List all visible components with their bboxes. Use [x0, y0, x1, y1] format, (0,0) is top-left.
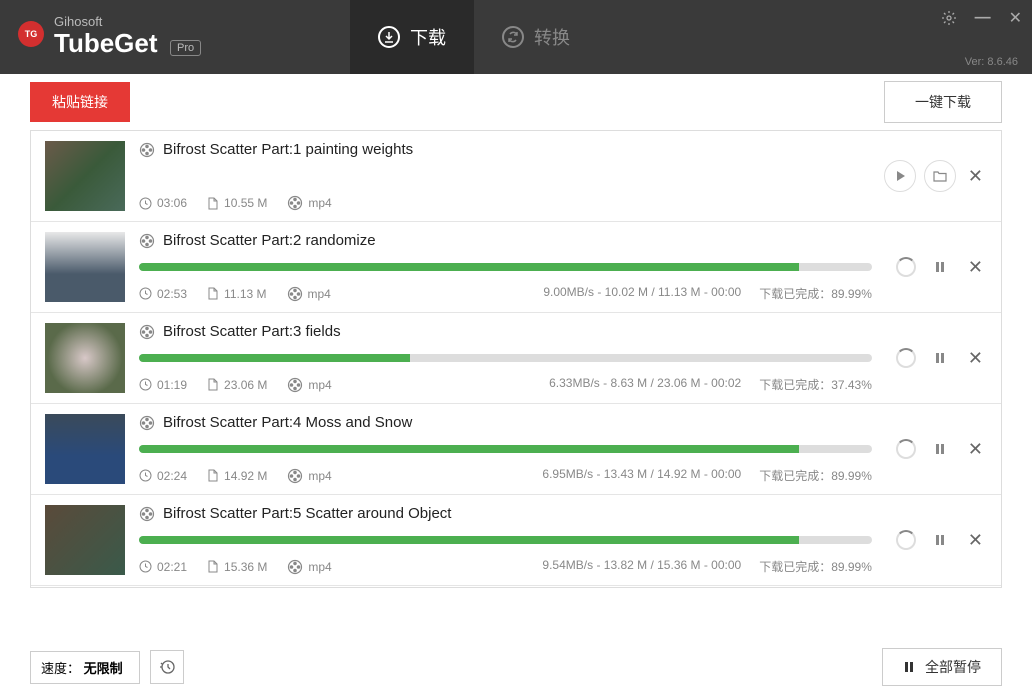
- download-item[interactable]: Bifrost Scatter Part:3 fields 01:19 23.0…: [31, 313, 1001, 404]
- speed-limit-combo[interactable]: 速度： 无限制: [30, 651, 140, 684]
- duration: 01:19: [139, 378, 187, 392]
- version-label: Ver: 8.6.46: [965, 56, 1018, 68]
- history-button[interactable]: [150, 650, 184, 684]
- brand-small: Gihosoft: [54, 15, 201, 28]
- open-folder-button[interactable]: [924, 160, 956, 192]
- titlebar: TG Gihosoft TubeGet Pro 下载 转换 — ✕: [0, 0, 1032, 74]
- progress-bar: [139, 354, 872, 362]
- duration: 02:24: [139, 469, 187, 483]
- video-thumbnail: [45, 505, 125, 575]
- format: mp4: [287, 468, 331, 484]
- tab-convert-label: 转换: [534, 24, 570, 50]
- speed-text: 6.95MB/s - 13.43 M / 14.92 M - 00:00: [542, 467, 741, 484]
- speed-text: 6.33MB/s - 8.63 M / 23.06 M - 00:02: [549, 376, 741, 393]
- status-text: 下载已完成：89.99%: [759, 558, 872, 575]
- duration: 02:21: [139, 560, 187, 574]
- item-actions: ✕: [896, 323, 987, 393]
- speed-text: 9.00MB/s - 10.02 M / 11.13 M - 00:00: [543, 285, 741, 302]
- progress-bar: [139, 536, 872, 544]
- file-size: 15.36 M: [207, 560, 267, 574]
- film-icon: [139, 142, 155, 158]
- onekey-download-button[interactable]: 一键下载: [884, 81, 1002, 123]
- brand-big: TubeGet: [54, 28, 158, 58]
- pause-all-label: 全部暂停: [925, 657, 981, 677]
- footer: 速度： 无限制 全部暂停: [30, 648, 1002, 686]
- file-size: 23.06 M: [207, 378, 267, 392]
- speed-text: 9.54MB/s - 13.82 M / 15.36 M - 00:00: [542, 558, 741, 575]
- item-actions: ✕: [884, 141, 987, 211]
- download-list[interactable]: Bifrost Scatter Part:1 painting weights …: [30, 130, 1002, 588]
- speed-control: 速度： 无限制: [30, 650, 184, 684]
- format: mp4: [287, 286, 331, 302]
- duration: 03:06: [139, 196, 187, 210]
- tab-download[interactable]: 下载: [350, 0, 474, 74]
- progress-bar: [139, 263, 872, 271]
- item-actions: ✕: [896, 414, 987, 484]
- tab-convert[interactable]: 转换: [474, 0, 598, 74]
- format: mp4: [287, 195, 331, 211]
- main-tabs: 下载 转换: [350, 0, 598, 74]
- app-logo-icon: TG: [18, 21, 44, 47]
- format: mp4: [287, 377, 331, 393]
- pause-button[interactable]: [924, 524, 956, 556]
- video-title: Bifrost Scatter Part:1 painting weights: [163, 141, 413, 158]
- pause-button[interactable]: [924, 433, 956, 465]
- settings-icon[interactable]: [941, 10, 957, 26]
- status-text: 下载已完成：89.99%: [759, 285, 872, 302]
- video-title: Bifrost Scatter Part:3 fields: [163, 323, 341, 340]
- file-size: 11.13 M: [207, 287, 266, 301]
- film-icon: [139, 415, 155, 431]
- remove-button[interactable]: ✕: [964, 257, 987, 278]
- video-thumbnail: [45, 232, 125, 302]
- logo-area: TG Gihosoft TubeGet Pro: [0, 15, 201, 59]
- loading-spinner-icon: [896, 530, 916, 550]
- download-item[interactable]: Bifrost Scatter Part:4 Moss and Snow 02:…: [31, 404, 1001, 495]
- video-title: Bifrost Scatter Part:4 Moss and Snow: [163, 414, 412, 431]
- progress-bar: [139, 445, 872, 453]
- speed-value: 无限制: [84, 661, 123, 676]
- download-item[interactable]: Bifrost Scatter Part:5 Scatter around Ob…: [31, 495, 1001, 586]
- speed-label: 速度：: [41, 661, 80, 676]
- window-controls: — ✕: [941, 8, 1022, 28]
- loading-spinner-icon: [896, 348, 916, 368]
- remove-button[interactable]: ✕: [964, 166, 987, 187]
- convert-icon: [502, 26, 524, 48]
- film-icon: [139, 233, 155, 249]
- toolbar: 粘贴链接 一键下载: [0, 74, 1032, 130]
- pause-icon: [903, 661, 915, 673]
- video-thumbnail: [45, 323, 125, 393]
- item-actions: ✕: [896, 505, 987, 575]
- loading-spinner-icon: [896, 257, 916, 277]
- file-size: 10.55 M: [207, 196, 267, 210]
- download-item[interactable]: Bifrost Scatter Part:1 painting weights …: [31, 131, 1001, 222]
- item-actions: ✕: [896, 232, 987, 302]
- play-button[interactable]: [884, 160, 916, 192]
- remove-button[interactable]: ✕: [964, 439, 987, 460]
- loading-spinner-icon: [896, 439, 916, 459]
- video-thumbnail: [45, 414, 125, 484]
- status-text: 下载已完成：89.99%: [759, 467, 872, 484]
- pause-button[interactable]: [924, 251, 956, 283]
- pro-badge: Pro: [170, 40, 201, 56]
- paste-link-button[interactable]: 粘贴链接: [30, 82, 130, 122]
- remove-button[interactable]: ✕: [964, 348, 987, 369]
- film-icon: [139, 324, 155, 340]
- film-icon: [139, 506, 155, 522]
- pause-button[interactable]: [924, 342, 956, 374]
- download-icon: [378, 26, 400, 48]
- tab-download-label: 下载: [410, 24, 446, 50]
- pause-all-button[interactable]: 全部暂停: [882, 648, 1002, 686]
- status-text: 下载已完成：37.43%: [759, 376, 872, 393]
- video-title: Bifrost Scatter Part:2 randomize: [163, 232, 376, 249]
- format: mp4: [287, 559, 331, 575]
- download-item[interactable]: Bifrost Scatter Part:2 randomize 02:53 1…: [31, 222, 1001, 313]
- video-thumbnail: [45, 141, 125, 211]
- duration: 02:53: [139, 287, 187, 301]
- close-icon[interactable]: ✕: [1009, 8, 1022, 28]
- remove-button[interactable]: ✕: [964, 530, 987, 551]
- minimize-icon[interactable]: —: [975, 9, 991, 27]
- video-title: Bifrost Scatter Part:5 Scatter around Ob…: [163, 505, 451, 522]
- file-size: 14.92 M: [207, 469, 267, 483]
